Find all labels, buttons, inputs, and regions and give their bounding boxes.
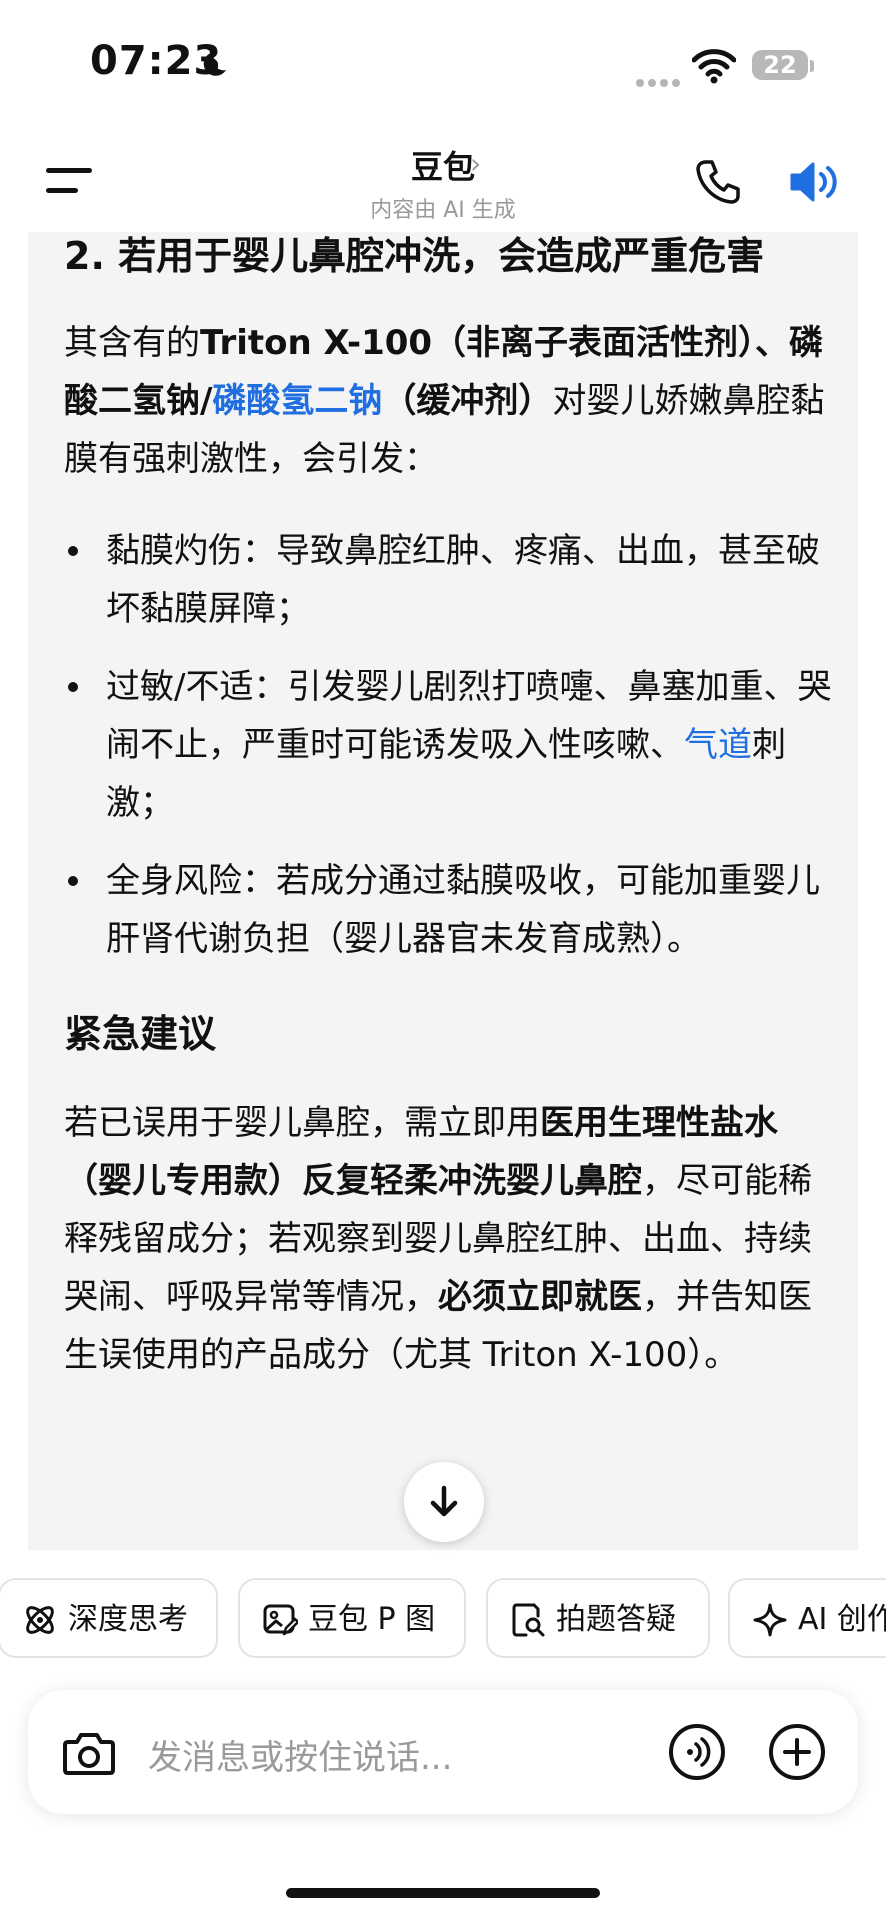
- chip-deep-think[interactable]: 深度思考: [0, 1578, 218, 1658]
- chip-ai-create[interactable]: AI 创作: [728, 1578, 886, 1658]
- page-title[interactable]: 豆包: [0, 142, 886, 188]
- intro-text: 其含有的: [64, 323, 200, 363]
- scroll-to-bottom-button[interactable]: [404, 1462, 484, 1542]
- chip-label: 豆包 P 图: [308, 1602, 436, 1637]
- urgent-heading: 紧急建议: [64, 1012, 217, 1056]
- atom-icon: [26, 1606, 54, 1634]
- list-item: 过敏/不适：引发婴儿剧烈打喷嚏、鼻塞加重、哭闹不止，严重时可能诱发吸入性咳嗽、气…: [64, 658, 834, 832]
- urgent-paragraph: 若已误用于婴儿鼻腔，需立即用医用生理性盐水（婴儿专用款）反复轻柔冲洗婴儿鼻腔，尽…: [64, 1094, 834, 1384]
- signal-icon: [636, 72, 684, 91]
- chip-photo-edit[interactable]: 豆包 P 图: [238, 1578, 466, 1658]
- sparkle-icon: [753, 1603, 787, 1637]
- link-disodium-phosphate[interactable]: 磷酸氢二钠: [212, 381, 382, 421]
- phone-icon[interactable]: [694, 158, 742, 206]
- voice-icon[interactable]: [668, 1723, 726, 1781]
- urgent-text: 若已误用于婴儿鼻腔，需立即用: [64, 1103, 540, 1143]
- wifi-icon: [692, 49, 736, 84]
- bullet-text: 全身风险：若成分通过黏膜吸收，可能加重婴儿肝肾代谢负担（婴儿器官未发育成熟）。: [106, 861, 820, 959]
- home-indicator: [286, 1888, 600, 1898]
- link-airway[interactable]: 气道: [684, 725, 752, 765]
- moon-icon: [203, 51, 226, 76]
- list-item: 全身风险：若成分通过黏膜吸收，可能加重婴儿肝肾代谢负担（婴儿器官未发育成熟）。: [64, 852, 834, 968]
- chip-label: AI 创作: [798, 1602, 886, 1637]
- urgent-bold-doctor: 必须立即就医: [438, 1277, 642, 1317]
- arrow-down-icon: [430, 1485, 458, 1517]
- intro-bold-buffer: （缓冲剂）: [382, 381, 553, 421]
- plus-icon[interactable]: [768, 1723, 826, 1781]
- search-doc-icon: [512, 1603, 545, 1637]
- chip-photo-question[interactable]: 拍题答疑: [486, 1578, 710, 1658]
- battery-tip: [810, 60, 814, 72]
- chip-label: 深度思考: [68, 1602, 188, 1637]
- message-composer: 发消息或按住说话...: [28, 1690, 858, 1814]
- intro-paragraph: 其含有的Triton X-100（非离子表面活性剂）、磷酸二氢钠/磷酸氢二钠（缓…: [64, 314, 834, 488]
- section-heading: 2. 若用于婴儿鼻腔冲洗，会造成严重危害: [64, 234, 765, 278]
- ai-generated-note: 内容由 AI 生成: [370, 198, 516, 223]
- chevron-right-icon[interactable]: ›: [470, 147, 481, 180]
- chip-label: 拍题答疑: [556, 1602, 676, 1637]
- list-item: 黏膜灼伤：导致鼻腔红肿、疼痛、出血，甚至破坏黏膜屏障；: [64, 522, 834, 638]
- message-content: 2. 若用于婴儿鼻腔冲洗，会造成严重危害 其含有的Triton X-100（非离…: [64, 232, 834, 1384]
- camera-icon[interactable]: [62, 1730, 116, 1776]
- suggestion-chips: 深度思考 豆包 P 图 拍题答疑 AI 创作: [0, 1578, 886, 1662]
- image-edit-icon: [263, 1604, 298, 1636]
- battery-icon: 22: [752, 50, 808, 80]
- assistant-message: 2. 若用于婴儿鼻腔冲洗，会造成严重危害 其含有的Triton X-100（非离…: [28, 232, 858, 1550]
- bullet-text: 黏膜灼伤：导致鼻腔红肿、疼痛、出血，甚至破坏黏膜屏障；: [106, 531, 820, 629]
- message-input[interactable]: 发消息或按住说话...: [148, 1730, 452, 1779]
- risk-list: 黏膜灼伤：导致鼻腔红肿、疼痛、出血，甚至破坏黏膜屏障； 过敏/不适：引发婴儿剧烈…: [64, 522, 834, 968]
- speaker-icon[interactable]: [790, 160, 842, 204]
